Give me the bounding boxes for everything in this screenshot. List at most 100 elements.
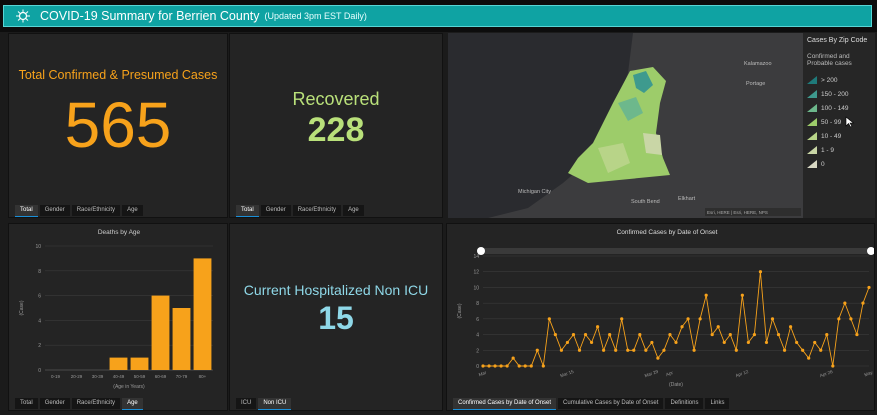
x-tick-label: 80+	[199, 374, 207, 379]
tab-confirmed-onset[interactable]: Confirmed Cases by Date of Onset	[453, 398, 557, 410]
data-point	[728, 332, 732, 337]
y-tick-label: 10	[35, 244, 41, 250]
data-point	[571, 332, 576, 337]
data-point	[795, 340, 799, 345]
data-point	[776, 332, 781, 337]
legend-label: 100 - 149	[821, 104, 849, 112]
data-point	[758, 270, 763, 274]
y-tick-label: 6	[38, 294, 41, 300]
x-axis-label: (Age in Years)	[113, 384, 145, 390]
x-tick-label: 0-19	[51, 374, 61, 379]
legend-swatch	[807, 76, 817, 84]
x-tick-label: Mar 29	[644, 369, 659, 379]
x-tick-label: Apr 26	[819, 369, 834, 378]
place-label: Elkhart	[678, 196, 696, 202]
data-point	[764, 340, 769, 345]
x-tick-label: May	[864, 370, 874, 378]
data-point	[813, 340, 817, 345]
tab-race-ethnicity[interactable]: Race/Ethnicity	[71, 205, 121, 216]
data-point	[553, 332, 557, 337]
tab-age[interactable]: Age	[122, 205, 143, 216]
x-tick-label: 30-39	[92, 374, 104, 379]
map-attribution: Esri, HERE | Esri, HERE, NPS	[707, 210, 768, 215]
y-tick-label: 8	[38, 269, 41, 275]
x-tick-label: 70-79	[176, 374, 188, 379]
confirmed-panel: Total Confirmed & Presumed Cases 565 Tot…	[8, 33, 228, 218]
y-tick-label: 14	[473, 254, 479, 260]
legend-label: > 200	[821, 76, 838, 84]
tab-non-icu[interactable]: Non ICU	[258, 398, 292, 410]
legend-label: 1 - 9	[821, 146, 835, 154]
data-point	[626, 348, 630, 352]
y-tick-label: 6	[476, 317, 479, 323]
data-point	[511, 356, 515, 360]
tab-age[interactable]: Age	[122, 398, 143, 410]
hospitalized-tabs: ICU Non ICU	[230, 396, 292, 410]
tab-gender[interactable]: Gender	[39, 205, 70, 216]
y-tick-label: 4	[38, 318, 41, 324]
tab-gender[interactable]: Gender	[39, 398, 70, 409]
deaths-panel: Deaths by Age 0 2 4 6 8 10 0-19 20-29 30-39 40-49 5…	[8, 223, 228, 411]
data-point	[746, 340, 750, 345]
x-tick-label: Apr 12	[735, 369, 750, 378]
y-tick-label: 12	[473, 270, 479, 276]
onset-panel: Confirmed Cases by Date of Onset 0 2 4 6 8 10 1…	[446, 223, 875, 411]
data-point	[807, 356, 811, 360]
y-tick-label: 2	[476, 348, 479, 354]
tab-gender[interactable]: Gender	[260, 205, 291, 216]
data-point	[499, 364, 503, 368]
tab-definitions[interactable]: Definitions	[665, 398, 704, 409]
x-tick-label: 20-29	[71, 374, 83, 379]
tab-total[interactable]: Total	[15, 398, 38, 409]
confirmed-tabs: Total Gender Race/Ethnicity Age	[9, 203, 143, 217]
deaths-by-age-chart: Deaths by Age 0 2 4 6 8 10 0-19 20-29 30-39 40-49 5…	[19, 229, 213, 390]
recovered-panel: Recovered 228 Total Gender Race/Ethnicit…	[229, 33, 443, 218]
recovered-value: 228	[307, 111, 365, 149]
legend-swatch	[807, 146, 817, 154]
data-point	[650, 340, 654, 345]
data-point	[493, 364, 497, 368]
tab-links[interactable]: Links	[705, 398, 730, 409]
data-point	[843, 301, 847, 305]
x-tick-label: Apr	[665, 370, 674, 377]
tab-total[interactable]: Total	[15, 205, 38, 217]
bar	[193, 258, 212, 370]
data-point	[638, 332, 642, 337]
data-point	[704, 293, 708, 297]
tab-age[interactable]: Age	[343, 205, 364, 216]
data-point	[656, 356, 660, 360]
tab-cumulative-onset[interactable]: Cumulative Cases by Date of Onset	[558, 398, 664, 409]
hospitalized-label: Current Hospitalized Non ICU	[243, 282, 429, 298]
zip-area-lowest	[643, 133, 662, 155]
recovered-tabs: Total Gender Race/Ethnicity Age	[230, 203, 364, 217]
data-point	[674, 340, 678, 345]
x-tick-label: Mar 15	[559, 369, 574, 379]
data-point	[692, 348, 696, 352]
tab-race-ethnicity[interactable]: Race/Ethnicity	[292, 205, 342, 216]
legend-label: 0	[821, 160, 825, 168]
data-point	[662, 348, 666, 352]
tab-total[interactable]: Total	[236, 205, 259, 217]
map-canvas[interactable]: Kalamazoo Portage Michigan City South Be…	[448, 33, 803, 218]
data-point	[716, 325, 720, 329]
zip-code-map[interactable]: Kalamazoo Portage Michigan City South Be…	[448, 33, 803, 218]
x-axis-label: (Date)	[669, 382, 683, 388]
legend-item: 50 - 99	[807, 118, 841, 126]
header-bar: COVID-19 Summary for Berrien County (Upd…	[3, 5, 872, 27]
data-point	[770, 317, 775, 321]
confirmed-label: Total Confirmed & Presumed Cases	[18, 68, 218, 82]
confirmed-value: 565	[64, 89, 172, 161]
map-legend: Cases By Zip Code Confirmed and Probable…	[803, 33, 875, 218]
tab-race-ethnicity[interactable]: Race/Ethnicity	[71, 398, 121, 409]
y-axis-label: (Case)	[457, 303, 463, 318]
x-tick-label: 50-59	[134, 374, 146, 379]
x-tick-label: Mar	[478, 370, 487, 378]
data-point	[698, 317, 702, 321]
legend-item: 150 - 200	[807, 90, 848, 98]
data-point	[819, 348, 823, 352]
onset-tabs: Confirmed Cases by Date of Onset Cumulat…	[447, 396, 730, 410]
data-point	[565, 340, 570, 345]
data-point	[722, 340, 726, 345]
tab-icu[interactable]: ICU	[236, 398, 257, 409]
data-point	[595, 325, 600, 329]
